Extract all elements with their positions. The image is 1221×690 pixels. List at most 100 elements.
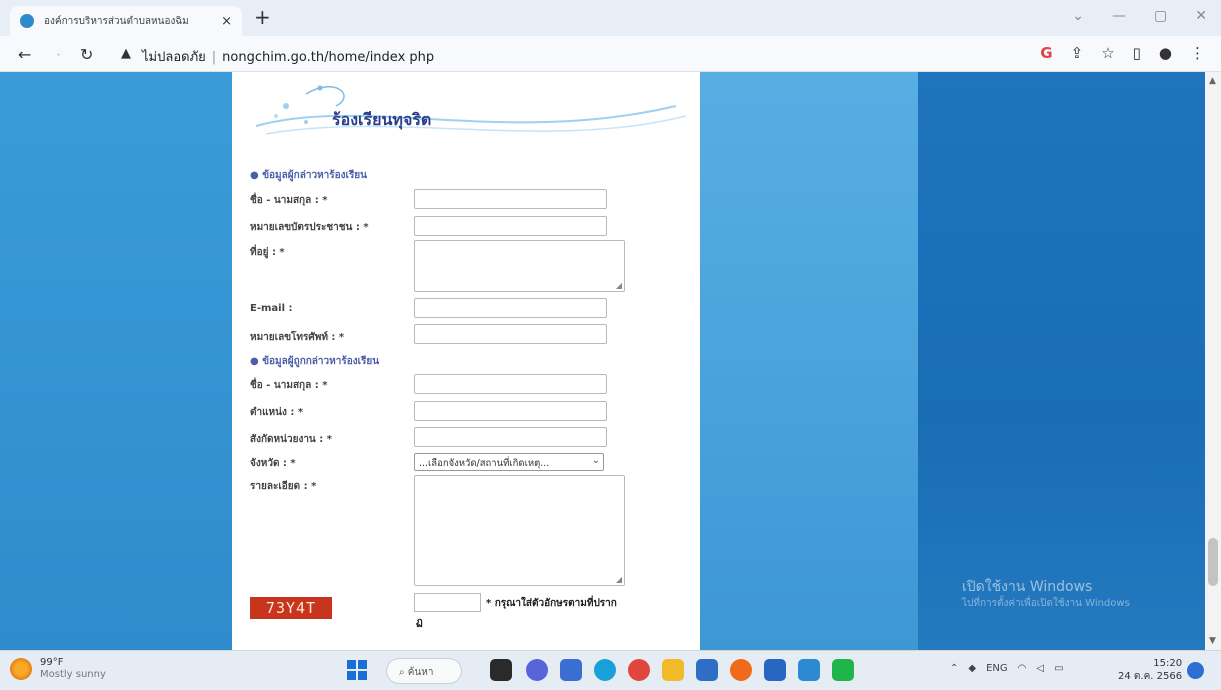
- section-accused: ข้อมูลผู้ถูกกล่าวหาร้องเรียน: [250, 354, 379, 369]
- edge-icon[interactable]: [594, 659, 616, 681]
- close-window-icon[interactable]: ✕: [1195, 8, 1207, 24]
- url-text: nongchim.go.th/home/index php: [222, 50, 435, 65]
- captcha-image: 73Y4T: [250, 597, 332, 619]
- site-favicon-icon: [20, 14, 34, 28]
- google-drive-icon[interactable]: ◆: [968, 663, 976, 674]
- right-background-dark: [918, 72, 1205, 650]
- left-background: [0, 72, 232, 650]
- word-icon[interactable]: [764, 659, 786, 681]
- scroll-thumb[interactable]: [1208, 538, 1218, 586]
- chevron-up-icon[interactable]: ⌃: [950, 663, 958, 674]
- google-translate-icon[interactable]: G: [1040, 44, 1052, 62]
- url-field[interactable]: ไม่ปลอดภัย | nongchim.go.th/home/index php: [142, 46, 434, 67]
- sun-icon: [10, 658, 32, 680]
- province-select[interactable]: ...เลือกจังหวัด/สถานที่เกิดเหตุ... ⌄: [414, 453, 604, 471]
- chrome-icon[interactable]: [628, 659, 650, 681]
- weather-temp: 99°F: [40, 657, 64, 668]
- language-indicator[interactable]: ENG: [986, 663, 1008, 674]
- captcha-instruction-wrap: ฏ: [416, 617, 423, 628]
- back-icon[interactable]: ←: [18, 45, 31, 64]
- address-bar: ← · ↻ ▲ ไม่ปลอดภัย | nongchim.go.th/home/i…: [0, 36, 1221, 72]
- address-textarea[interactable]: ◢: [414, 240, 625, 292]
- banner-swirl-icon: [255, 85, 686, 135]
- tab-strip: องค์การบริหารส่วนตำบลหนองฉิม × + ⌄ — ▢ ✕: [0, 0, 1221, 36]
- mail-icon[interactable]: [696, 659, 718, 681]
- widgets-icon[interactable]: [560, 659, 582, 681]
- label-agency: สังกัดหน่วยงาน : *: [250, 434, 332, 445]
- bookmark-star-icon[interactable]: ☆: [1101, 44, 1114, 62]
- new-tab-button[interactable]: +: [254, 7, 271, 27]
- clock-time: 15:20: [1153, 658, 1183, 669]
- share-icon[interactable]: ⇪: [1071, 44, 1084, 62]
- name-input[interactable]: [414, 189, 607, 209]
- email-input[interactable]: [414, 298, 607, 318]
- reload-icon[interactable]: ↻: [80, 45, 93, 64]
- start-windows-icon[interactable]: [347, 660, 367, 680]
- chevron-down-icon: ⌄: [591, 455, 600, 466]
- chat-icon[interactable]: [526, 659, 548, 681]
- scrollbar[interactable]: ▲ ▼: [1205, 72, 1221, 650]
- taskbar: 99°F Mostly sunny ⌕ ค้นหา ⌃ ◆ ENG ◠ ◁ ▭ …: [0, 650, 1221, 690]
- label-email: E-mail :: [250, 303, 293, 314]
- taskbar-search[interactable]: ⌕ ค้นหา: [386, 658, 462, 684]
- forward-icon[interactable]: ·: [56, 45, 61, 64]
- label-accused-name: ชื่อ - นามสกุล : *: [250, 380, 328, 391]
- details-textarea[interactable]: ◢: [414, 475, 625, 586]
- phone-input[interactable]: [414, 324, 607, 344]
- label-details: รายละเอียด : *: [250, 481, 317, 492]
- label-name: ชื่อ - นามสกุล : *: [250, 195, 328, 206]
- notification-icon[interactable]: [1187, 662, 1204, 679]
- tab-title: องค์การบริหารส่วนตำบลหนองฉิม: [44, 15, 189, 27]
- taskbar-search-label: ค้นหา: [407, 667, 434, 678]
- weather-desc: Mostly sunny: [40, 669, 106, 680]
- firefox-icon[interactable]: [730, 659, 752, 681]
- section-complainant: ข้อมูลผู้กล่าวหาร้องเรียน: [250, 168, 367, 183]
- id-card-input[interactable]: [414, 216, 607, 236]
- resize-grip-icon[interactable]: ◢: [616, 575, 622, 584]
- agency-input[interactable]: [414, 427, 607, 447]
- line-icon[interactable]: [832, 659, 854, 681]
- minimize-icon[interactable]: —: [1112, 8, 1126, 24]
- clock[interactable]: 15:20 24 ต.ค. 2566: [1118, 657, 1182, 683]
- profile-icon[interactable]: ●: [1159, 44, 1172, 62]
- weather-widget[interactable]: 99°F Mostly sunny: [10, 657, 106, 681]
- complaint-form-panel: ร้องเรียนทุจริต ข้อมูลผู้กล่าวหาร้องเรีย…: [232, 72, 700, 650]
- menu-icon[interactable]: ⋮: [1190, 44, 1205, 62]
- label-phone: หมายเลขโทรศัพท์ : *: [250, 332, 345, 343]
- label-address: ที่อยู่ : *: [250, 247, 285, 258]
- position-input[interactable]: [414, 401, 607, 421]
- activate-windows-subtitle: ไปที่การตั้งค่าเพื่อเปิดใช้งาน Windows: [962, 598, 1130, 609]
- browser-toolbar: G ⇪ ☆ ▯ ● ⋮: [1040, 44, 1205, 62]
- volume-icon[interactable]: ◁: [1036, 663, 1044, 674]
- side-panel-icon[interactable]: ▯: [1133, 44, 1141, 62]
- page-viewport: เปิดใช้งาน Windows ไปที่การตั้งค่าเพื่อเ…: [0, 72, 1221, 650]
- clock-date: 24 ต.ค. 2566: [1118, 671, 1183, 682]
- system-tray: ⌃ ◆ ENG ◠ ◁ ▭: [950, 663, 1064, 674]
- activate-windows-title: เปิดใช้งาน Windows: [962, 579, 1093, 595]
- scroll-up-icon[interactable]: ▲: [1209, 76, 1216, 86]
- battery-icon[interactable]: ▭: [1054, 663, 1063, 674]
- label-position: ตำแหน่ง : *: [250, 407, 304, 418]
- banner: ร้องเรียนทุจริต: [246, 76, 686, 142]
- maximize-icon[interactable]: ▢: [1154, 8, 1167, 24]
- wifi-icon[interactable]: ◠: [1018, 663, 1027, 674]
- outlook-icon[interactable]: [798, 659, 820, 681]
- warning-icon[interactable]: ▲: [121, 46, 131, 61]
- scroll-down-icon[interactable]: ▼: [1209, 636, 1216, 646]
- label-id-card: หมายเลขบัตรประชาชน : *: [250, 222, 369, 233]
- banner-title: ร้องเรียนทุจริต: [332, 110, 432, 129]
- resize-grip-icon[interactable]: ◢: [616, 281, 622, 290]
- captcha-input[interactable]: [414, 593, 481, 612]
- browser-tab[interactable]: องค์การบริหารส่วนตำบลหนองฉิม ×: [10, 6, 242, 36]
- captcha-instruction: * กรุณาใส่ตัวอักษรตามที่ปราก: [486, 598, 617, 609]
- file-explorer-icon[interactable]: [662, 659, 684, 681]
- label-province: จังหวัด : *: [250, 458, 296, 469]
- province-selected-value: ...เลือกจังหวัด/สถานที่เกิดเหตุ...: [419, 458, 550, 469]
- accused-name-input[interactable]: [414, 374, 607, 394]
- tab-close-icon[interactable]: ×: [221, 14, 232, 29]
- security-label: ไม่ปลอดภัย: [142, 50, 206, 65]
- task-view-icon[interactable]: [490, 659, 512, 681]
- tab-search-icon[interactable]: ⌄: [1072, 8, 1084, 24]
- right-background-light: [700, 72, 918, 650]
- window-controls: ⌄ — ▢ ✕: [1072, 8, 1207, 24]
